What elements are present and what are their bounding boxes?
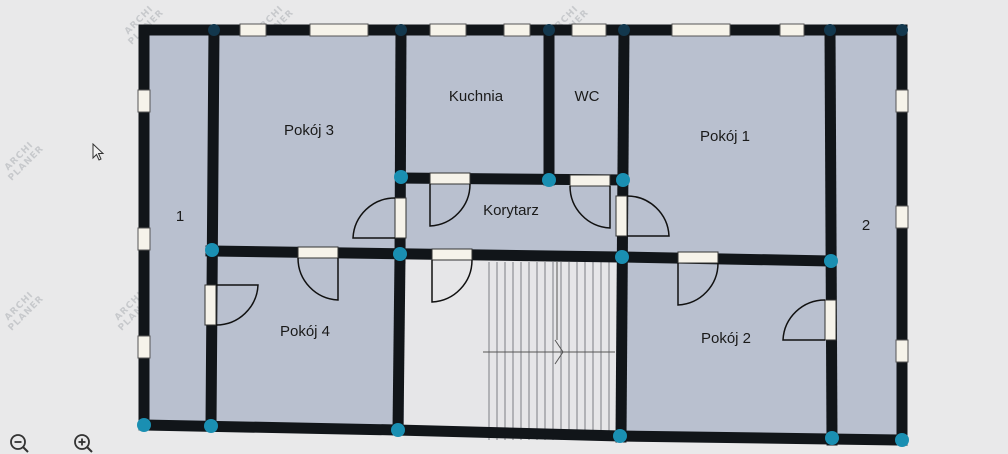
wall-node xyxy=(615,250,629,264)
zoom-in-icon xyxy=(74,434,93,453)
room-label-wc: WC xyxy=(575,88,600,105)
door xyxy=(615,195,628,237)
window xyxy=(779,23,805,37)
room-label-kuchnia: Kuchnia xyxy=(449,88,504,105)
wall-node xyxy=(616,173,630,187)
room-label-2: 2 xyxy=(862,217,870,234)
door xyxy=(394,197,407,239)
room-label-korytarz: Korytarz xyxy=(483,202,539,219)
room-label-pokoj-4: Pokój 4 xyxy=(280,323,330,340)
window xyxy=(137,227,151,251)
door xyxy=(429,172,471,185)
wall-v-pokoj4 xyxy=(392,251,406,436)
wall-node xyxy=(618,24,630,36)
door xyxy=(297,246,339,259)
door xyxy=(569,174,611,187)
wall-node xyxy=(204,419,218,433)
floor-plan[interactable]: 1 2 Pokój 3 Kuchnia WC Pokój 1 Korytarz … xyxy=(0,0,1008,454)
window xyxy=(895,339,909,363)
wall-node xyxy=(137,418,151,432)
window xyxy=(895,89,909,113)
window xyxy=(309,23,369,37)
wall-node xyxy=(824,254,838,268)
room-label-1: 1 xyxy=(176,208,184,225)
wall-node xyxy=(393,247,407,261)
wall-node xyxy=(208,24,220,36)
window xyxy=(137,89,151,113)
zoom-in-button[interactable] xyxy=(72,432,94,454)
window xyxy=(503,23,531,37)
wall-node xyxy=(895,433,909,447)
door xyxy=(824,299,837,341)
mouse-cursor-icon xyxy=(92,143,105,161)
wall-node xyxy=(205,243,219,257)
window xyxy=(429,23,467,37)
wall-node xyxy=(825,431,839,445)
floor-stairwell xyxy=(404,258,620,440)
zoom-out-button[interactable] xyxy=(8,432,30,454)
room-label-pokoj-1: Pokój 1 xyxy=(700,128,750,145)
door xyxy=(204,284,217,326)
wall-node xyxy=(394,170,408,184)
zoom-out-icon xyxy=(10,434,29,453)
wall-node xyxy=(395,24,407,36)
door xyxy=(431,248,473,261)
window xyxy=(571,23,607,37)
window xyxy=(239,23,267,37)
wall-h-mid-left xyxy=(205,245,628,263)
window xyxy=(671,23,731,37)
floor-plan-editor: ARCHI PLANER ARCHI PLANER ARCHI PLANER ARCH… xyxy=(0,0,1008,454)
wall-v5 xyxy=(824,24,838,446)
wall-node xyxy=(391,423,405,437)
wall-node xyxy=(613,429,627,443)
floors xyxy=(144,30,902,440)
window xyxy=(895,205,909,229)
wall-v1 xyxy=(205,24,220,431)
wall-node xyxy=(542,173,556,187)
door xyxy=(677,251,719,264)
wall-h-mid-right xyxy=(616,251,837,267)
wall-node xyxy=(543,24,555,36)
room-label-pokoj-3: Pokój 3 xyxy=(284,122,334,139)
window xyxy=(137,335,151,359)
room-label-pokoj-2: Pokój 2 xyxy=(701,330,751,347)
wall-node xyxy=(824,24,836,36)
wall-node xyxy=(896,24,908,36)
